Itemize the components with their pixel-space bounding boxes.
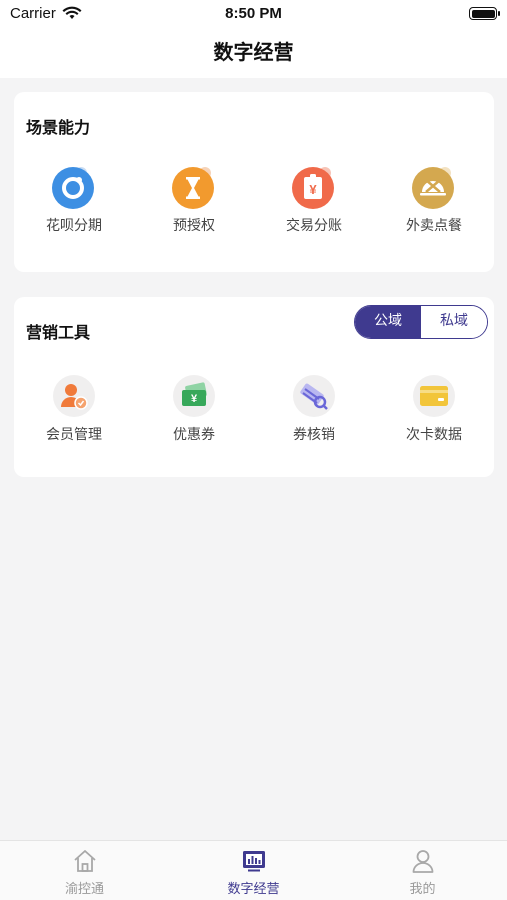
tab-bar: 渝控通 数字经营 我的	[0, 840, 507, 900]
page-title: 数字经营	[213, 40, 294, 64]
huabei-icon	[51, 164, 97, 210]
battery-icon	[469, 7, 500, 20]
marketing-tools-card: 营销工具 公域 私域 会员管理 ¥ 优惠券 券核销 次卡数据	[14, 297, 494, 477]
grid-item-label: 预授权	[173, 218, 215, 234]
grid-item-member-management[interactable]: 会员管理	[14, 373, 134, 444]
hourglass-icon	[171, 164, 217, 210]
scene-capabilities-card: 场景能力 花呗分期 预授权 ¥ 交易分账 外卖点餐	[14, 92, 494, 272]
grid-item-label: 外卖点餐	[406, 218, 462, 234]
coupon-verify-icon	[291, 373, 337, 419]
profile-icon	[409, 847, 437, 875]
section-title: 营销工具	[26, 323, 91, 342]
grid-item-punch-card-data[interactable]: 次卡数据	[374, 373, 494, 444]
tab-digital-operations[interactable]: 数字经营	[169, 841, 338, 900]
marketing-grid: 会员管理 ¥ 优惠券 券核销 次卡数据	[14, 373, 494, 444]
grid-item-label: 交易分账	[286, 218, 342, 234]
split-bill-icon: ¥	[291, 164, 337, 210]
svg-text:¥: ¥	[309, 182, 317, 197]
member-icon	[51, 373, 97, 419]
grid-item-label: 花呗分期	[46, 218, 102, 234]
section-title: 场景能力	[26, 118, 91, 137]
home-icon	[71, 847, 99, 875]
grid-item-coupon[interactable]: ¥ 优惠券	[134, 373, 254, 444]
scene-grid: 花呗分期 预授权 ¥ 交易分账 外卖点餐	[14, 164, 494, 235]
tab-label: 我的	[409, 882, 436, 897]
card-data-icon	[411, 373, 457, 419]
tab-label: 渝控通	[64, 882, 104, 897]
grid-item-coupon-verification[interactable]: 券核销	[254, 373, 374, 444]
tab-home[interactable]: 渝控通	[0, 841, 169, 900]
svg-text:¥: ¥	[191, 393, 198, 405]
grid-item-huabei-installment[interactable]: 花呗分期	[14, 164, 134, 235]
grid-item-food-delivery[interactable]: 外卖点餐	[374, 164, 494, 235]
grid-item-label: 优惠券	[173, 427, 215, 443]
grid-item-label: 会员管理	[46, 427, 102, 443]
tab-profile[interactable]: 我的	[338, 841, 507, 900]
tab-label: 数字经营	[227, 882, 280, 897]
grid-item-label: 次卡数据	[406, 427, 462, 443]
grid-item-label: 券核销	[293, 427, 335, 443]
coupon-icon: ¥	[171, 373, 217, 419]
domain-toggle[interactable]: 公域 私域	[354, 305, 488, 339]
toggle-private-domain[interactable]: 私域	[421, 306, 487, 338]
food-delivery-icon	[411, 164, 457, 210]
grid-item-pre-authorization[interactable]: 预授权	[134, 164, 254, 235]
navigation-bar: 数字经营	[0, 28, 507, 78]
clock: 8:50 PM	[225, 5, 282, 22]
status-bar: Carrier 8:50 PM	[0, 0, 507, 28]
toggle-public-domain[interactable]: 公域	[355, 306, 421, 338]
dashboard-icon	[240, 847, 268, 875]
grid-item-transaction-split[interactable]: ¥ 交易分账	[254, 164, 374, 235]
